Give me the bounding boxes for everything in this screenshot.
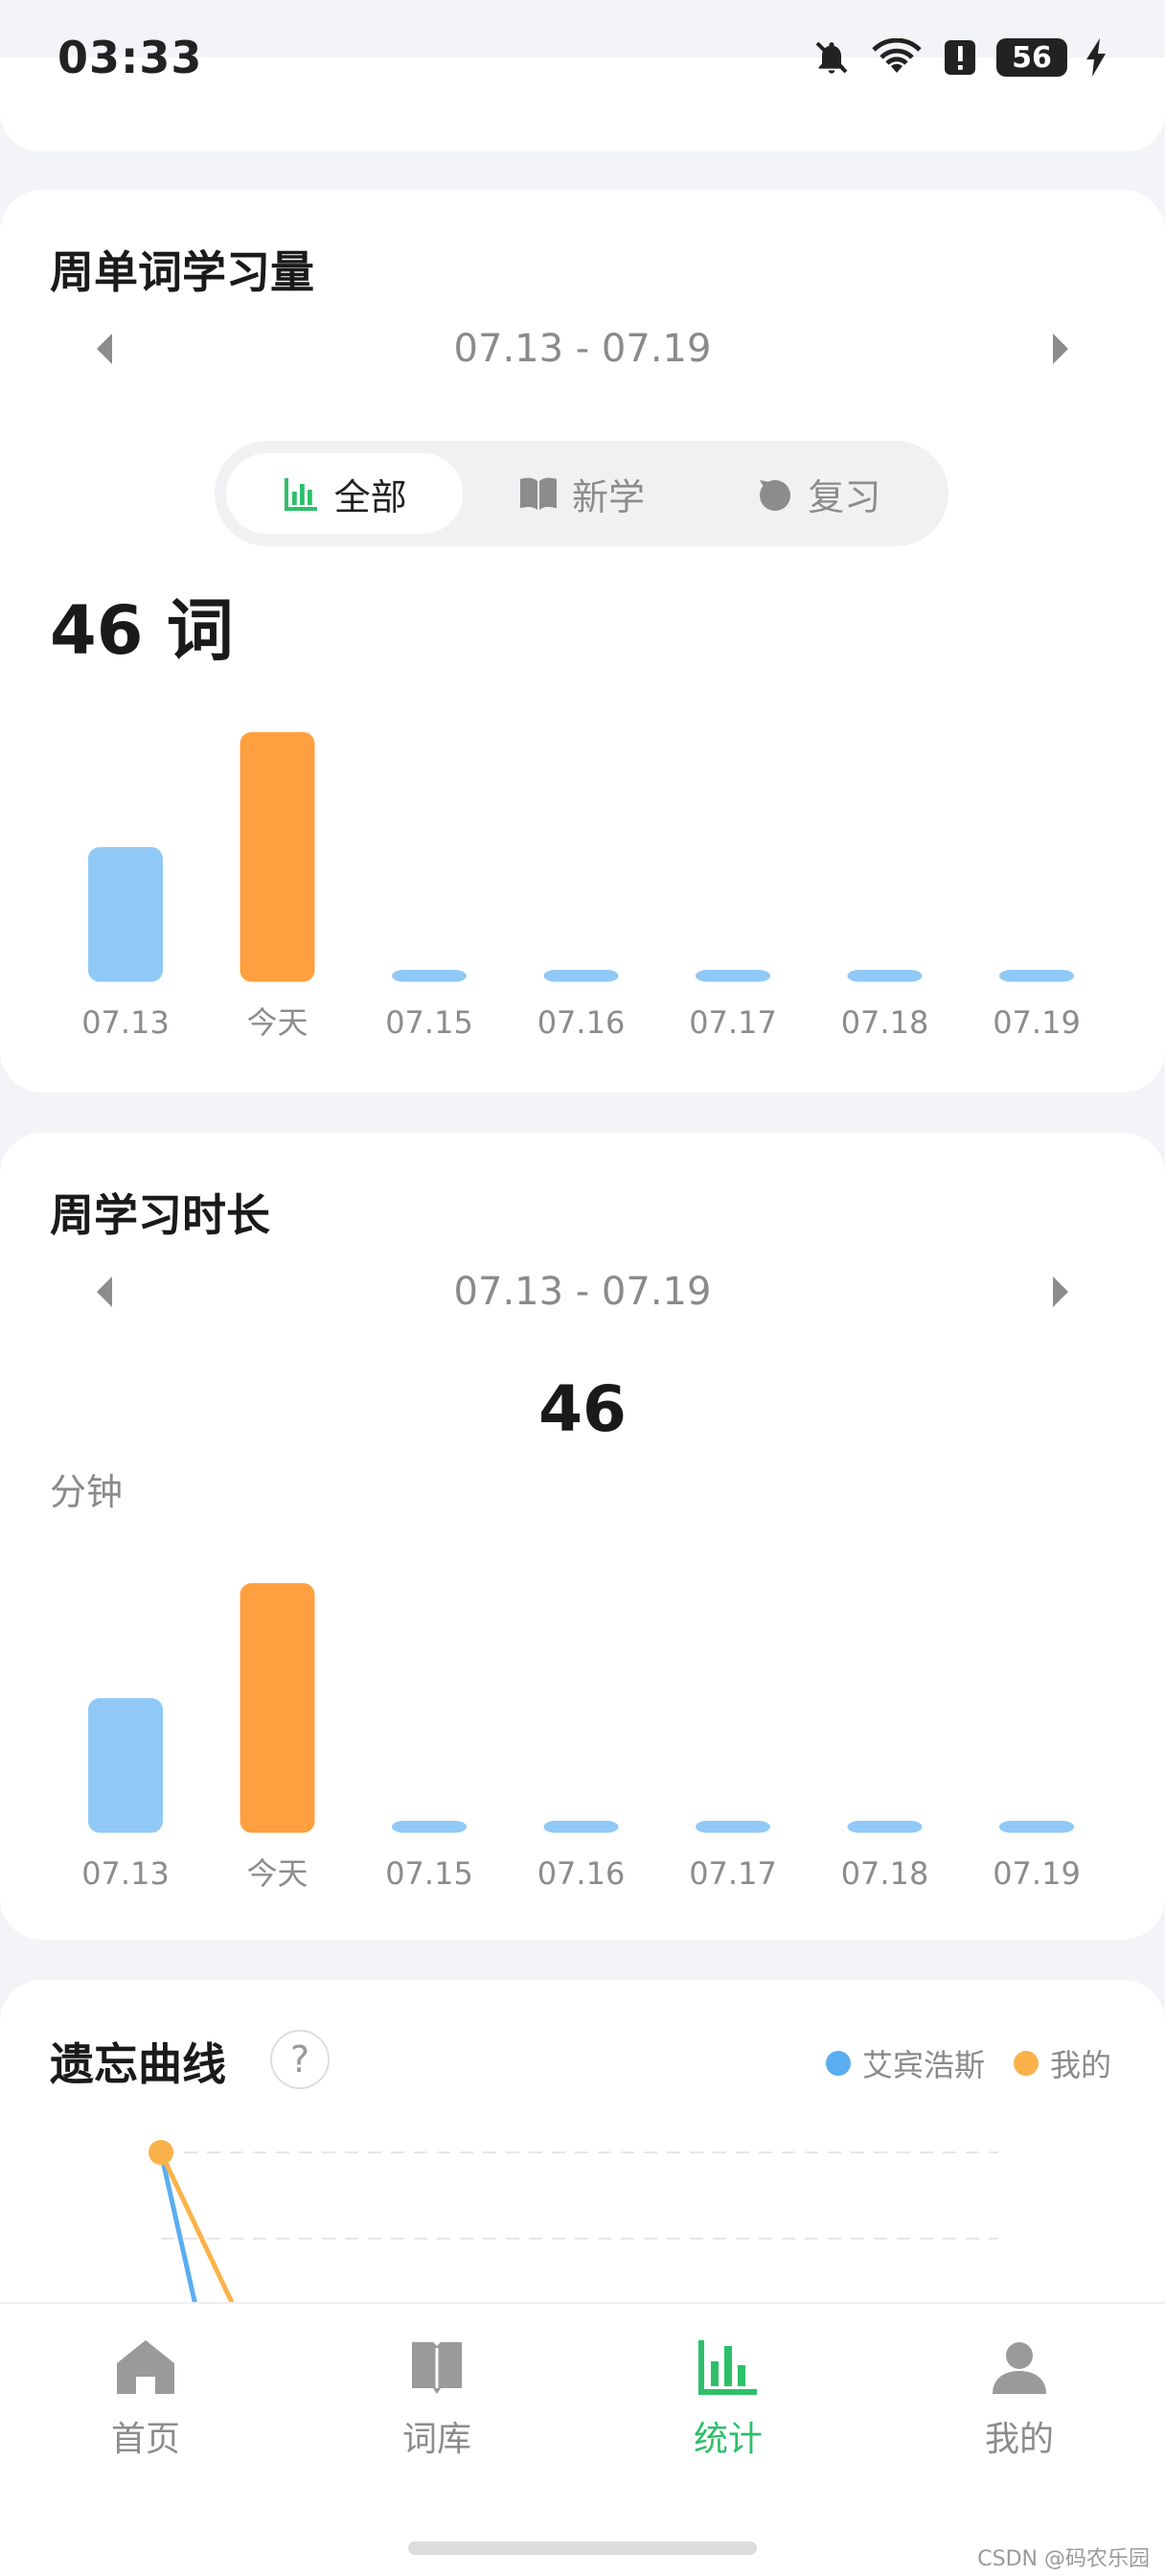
nav-label: 首页 [110,2420,180,2459]
book-icon [519,477,557,511]
date-range: 07.13 - 07.19 [453,1270,712,1314]
total-minutes: 46 [538,1372,627,1446]
prev-week-button[interactable] [84,330,123,368]
tick-label: 今天 [246,1855,308,1892]
nav-home[interactable]: 首页 [0,2338,291,2461]
bar-5 [847,1821,923,1833]
bottom-nav: 首页 词库 统计 我的 [0,2302,1165,2576]
bar-4 [696,1821,770,1833]
tick-label: 07.18 [841,1855,929,1892]
chevron-right-icon [1053,334,1068,364]
tick-label: 07.13 [81,1855,170,1892]
chevron-left-icon [97,1276,112,1307]
bar-3 [543,1821,619,1833]
bar-4 [696,970,770,982]
nav-label: 我的 [984,2420,1054,2459]
minutes-unit: 分钟 [50,1471,124,1513]
tick-label: 07.19 [993,1855,1081,1892]
nav-library[interactable]: 词库 [291,2338,582,2461]
tick-label: 今天 [246,1004,308,1041]
weekly-words-chart: 07.13 今天 07.15 07.16 07.17 07.18 07.19 [81,732,1081,1041]
watermark: CSDN @码农乐园 [977,2547,1150,2571]
next-week-button[interactable] [1042,1273,1081,1311]
word-type-tabs: 全部 新学 复习 [215,441,948,546]
legend-dot [1013,2051,1039,2076]
bar-0 [88,1698,163,1833]
date-selector: 07.13 - 07.19 [0,320,1165,378]
tab-new[interactable]: 新学 [463,453,699,534]
chevron-left-icon [97,334,112,364]
help-icon: ? [289,2038,310,2081]
bar-1 [240,1583,315,1833]
series-mine-point [148,2140,173,2165]
tick-label: 07.13 [81,1004,170,1041]
tab-review[interactable]: 复习 [700,453,937,534]
tick-label: 07.16 [537,1855,626,1892]
tick-label: 07.19 [993,1004,1081,1041]
legend-dot [825,2051,851,2076]
nav-label: 词库 [401,2420,471,2459]
alert-icon [945,40,975,75]
battery-indicator: 56 [996,38,1067,77]
tab-label: 新学 [571,475,645,518]
home-indicator[interactable] [408,2542,757,2555]
total-words: 46 词 [50,591,234,670]
legend-mine: 我的 [1013,2041,1111,2085]
nav-stats[interactable]: 统计 [582,2338,874,2461]
legend-label: 我的 [1049,2047,1111,2083]
tab-all[interactable]: 全部 [226,453,464,534]
bar-chart-icon [284,478,317,511]
charging-icon [1086,38,1106,77]
status-bar: 03:33 56 [0,0,1165,115]
refresh-icon [760,480,791,511]
card-title: 周单词学习量 [50,246,314,298]
bar-5 [847,970,923,982]
bar-chart-icon [698,2340,757,2395]
tab-label: 全部 [333,475,407,518]
tick-label: 07.18 [841,1004,929,1041]
bar-0 [88,847,163,982]
card-title: 遗忘曲线 [50,2038,226,2090]
date-selector: 07.13 - 07.19 [0,1263,1165,1321]
status-time: 03:33 [57,32,203,83]
nav-profile[interactable]: 我的 [874,2338,1165,2461]
bell-off-icon [815,41,848,74]
prev-week-button[interactable] [84,1273,123,1311]
weekly-words-card: 周单词学习量 07.13 - 07.19 全部 新学 复习 46 词 07.13… [0,190,1165,1092]
tick-label: 07.16 [537,1004,626,1041]
wifi-icon [872,38,922,73]
tick-label: 07.17 [689,1004,777,1041]
date-range: 07.13 - 07.19 [453,327,712,371]
weekly-time-chart: 07.13 今天 07.15 07.16 07.17 07.18 07.19 [81,1583,1081,1892]
legend-ebbinghaus: 艾宾浩斯 [825,2041,985,2085]
bar-3 [543,970,619,982]
tick-label: 07.15 [385,1855,473,1892]
legend-label: 艾宾浩斯 [861,2047,985,2083]
bar-1 [240,732,315,982]
curve-legend: 艾宾浩斯 我的 [825,2041,1111,2085]
next-week-button[interactable] [1042,330,1081,368]
bar-6 [999,970,1074,982]
help-button[interactable]: ? [270,2030,330,2089]
chevron-right-icon [1053,1276,1068,1307]
tab-label: 复习 [808,475,881,518]
card-title: 周学习时长 [50,1189,270,1241]
bar-6 [999,1821,1074,1833]
tick-label: 07.17 [689,1855,777,1892]
nav-label: 统计 [693,2420,763,2459]
home-icon [117,2340,174,2394]
bar-2 [392,1821,467,1833]
status-icons: 56 [812,38,1108,77]
book-icon [412,2342,462,2394]
bar-2 [392,970,467,982]
user-icon [993,2342,1046,2394]
weekly-time-card: 周学习时长 07.13 - 07.19 46 分钟 07.13 今天 07.15 07… [0,1133,1165,1940]
battery-level: 56 [1012,40,1052,75]
tick-label: 07.15 [385,1004,473,1041]
